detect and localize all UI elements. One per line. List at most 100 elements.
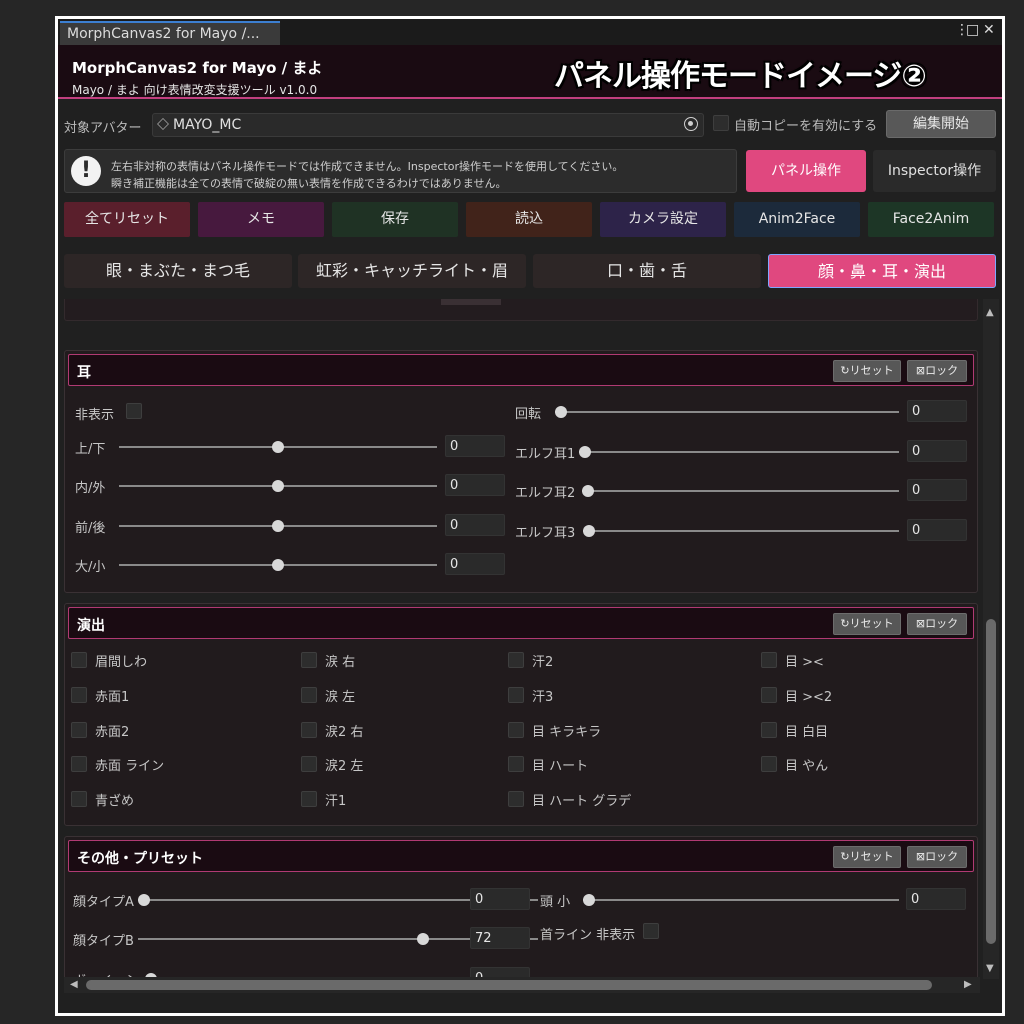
ear-slider-handle[interactable]: [272, 559, 284, 571]
ear-section-header: 耳 ↻リセット ⊠ロック: [68, 354, 974, 386]
edit-start-button[interactable]: 編集開始: [886, 110, 996, 138]
effect-checkbox[interactable]: [301, 687, 317, 703]
ear-slider-value-field[interactable]: 0: [907, 440, 967, 462]
effect-label: 眉間しわ: [95, 655, 148, 670]
ear-slider-label: エルフ耳1: [515, 447, 576, 462]
effect-checkbox[interactable]: [301, 652, 317, 668]
warning-line-1: 左右非対称の表情はパネル操作モードでは作成できません。Inspector操作モー…: [111, 160, 624, 173]
lock-button[interactable]: ⊠ロック: [907, 846, 967, 868]
horizontal-scroll-thumb[interactable]: [86, 980, 932, 990]
action-button[interactable]: Face2Anim: [868, 202, 994, 237]
preset-slider-label: 顔タイプB: [73, 934, 134, 949]
scroll-left-icon[interactable]: ◀: [70, 979, 78, 990]
effects-section-header: 演出 ↻リセット ⊠ロック: [68, 607, 974, 639]
effect-checkbox[interactable]: [71, 756, 87, 772]
reset-icon: ↻: [840, 364, 850, 377]
effect-checkbox[interactable]: [508, 722, 524, 738]
action-button[interactable]: メモ: [198, 202, 324, 237]
section-tab[interactable]: 口・歯・舌: [533, 254, 761, 288]
preset-slider-handle[interactable]: [417, 933, 430, 945]
lock-button[interactable]: ⊠ロック: [907, 360, 967, 382]
lock-button[interactable]: ⊠ロック: [907, 613, 967, 635]
preset-slider-handle[interactable]: [583, 894, 595, 906]
effect-checkbox[interactable]: [761, 687, 777, 703]
effect-checkbox[interactable]: [508, 791, 524, 807]
action-button[interactable]: 読込: [466, 202, 592, 237]
preset-slider-value-field[interactable]: 0: [906, 888, 966, 910]
action-button[interactable]: カメラ設定: [600, 202, 726, 237]
effects-section: 演出 ↻リセット ⊠ロック 眉間しわ 赤面1 赤面2 赤面 ライン 青ざめ 涙 右涙 左涙2…: [64, 603, 978, 826]
inspector-mode-button[interactable]: Inspector操作: [873, 150, 996, 192]
action-button[interactable]: 保存: [332, 202, 458, 237]
effect-checkbox[interactable]: [301, 722, 317, 738]
vertical-scrollbar[interactable]: ▲ ▼: [983, 299, 999, 979]
avatar-object-field[interactable]: MAYO_MC: [152, 113, 704, 137]
preset-slider-value-field[interactable]: 72: [470, 927, 530, 949]
ear-section-title: 耳: [77, 365, 91, 381]
ear-slider-handle[interactable]: [555, 406, 567, 418]
effect-checkbox[interactable]: [301, 791, 317, 807]
horizontal-scrollbar[interactable]: ◀ ▶: [64, 977, 980, 993]
action-button[interactable]: 全てリセット: [64, 202, 190, 237]
ear-slider-handle[interactable]: [582, 485, 594, 497]
maximize-icon[interactable]: □: [966, 22, 979, 38]
ear-slider-handle[interactable]: [579, 446, 591, 458]
lock-icon: ⊠: [915, 850, 926, 863]
scroll-right-icon[interactable]: ▶: [964, 979, 972, 990]
ear-slider-value-field[interactable]: 0: [445, 553, 505, 575]
auto-copy-checkbox[interactable]: [713, 115, 729, 131]
lock-icon: ⊠: [915, 617, 926, 630]
ear-slider-value-field[interactable]: 0: [445, 435, 505, 457]
section-tab[interactable]: 眼・まぶた・まつ毛: [64, 254, 292, 288]
ear-slider-value-field[interactable]: 0: [907, 400, 967, 422]
ear-slider-handle[interactable]: [272, 520, 284, 532]
ear-slider-handle[interactable]: [272, 480, 284, 492]
section-tab[interactable]: 虹彩・キャッチライト・眉: [298, 254, 526, 288]
object-picker-icon[interactable]: [684, 117, 698, 131]
ear-slider-value-field[interactable]: 0: [445, 474, 505, 496]
section-tab[interactable]: 顔・鼻・耳・演出: [768, 254, 996, 288]
ear-slider-value-field[interactable]: 0: [445, 514, 505, 536]
scroll-up-icon[interactable]: ▲: [986, 307, 994, 318]
ear-slider-value-field[interactable]: 0: [907, 519, 967, 541]
window-tab[interactable]: MorphCanvas2 for Mayo /...: [60, 21, 280, 45]
effect-checkbox[interactable]: [508, 687, 524, 703]
effect-checkbox[interactable]: [508, 756, 524, 772]
effect-label: 涙 右: [325, 655, 356, 670]
overlay-caption: パネル操作モードイメージ②: [554, 59, 927, 94]
ear-hide-checkbox[interactable]: [126, 403, 142, 419]
ear-slider-value-field[interactable]: 0: [907, 479, 967, 501]
vertical-scroll-thumb[interactable]: [986, 619, 996, 944]
effect-label: 汗3: [532, 690, 554, 705]
effect-checkbox[interactable]: [761, 756, 777, 772]
reset-label: リセット: [849, 617, 894, 630]
effect-checkbox[interactable]: [71, 791, 87, 807]
effect-checkbox[interactable]: [71, 722, 87, 738]
app-subtitle: Mayo / まよ 向け表情改変支援ツール v1.0.0: [72, 83, 318, 97]
effect-checkbox[interactable]: [71, 652, 87, 668]
preset-slider-handle[interactable]: [138, 894, 150, 906]
effect-checkbox[interactable]: [761, 652, 777, 668]
effect-checkbox[interactable]: [508, 652, 524, 668]
close-icon[interactable]: ✕: [983, 22, 995, 38]
previous-section-bottom: [64, 299, 978, 321]
reset-button[interactable]: ↻リセット: [833, 613, 901, 635]
effect-checkbox[interactable]: [71, 687, 87, 703]
other-section-header: その他・プリセット ↻リセット ⊠ロック: [68, 840, 974, 872]
ear-slider-handle[interactable]: [583, 525, 595, 537]
scroll-down-icon[interactable]: ▼: [986, 963, 994, 974]
effect-label: 目 キラキラ: [532, 725, 602, 740]
ear-slider-track: [583, 530, 899, 532]
action-button[interactable]: Anim2Face: [734, 202, 860, 237]
scroll-content: 耳 ↻リセット ⊠ロック 非表示 上/下 0 内/外 0 前/後 0 大/小 0 回転 0 エルフ耳1…: [64, 299, 980, 979]
effect-checkbox[interactable]: [761, 722, 777, 738]
neck-line-hide-checkbox[interactable]: [643, 923, 659, 939]
preset-slider-value-field[interactable]: 0: [470, 888, 530, 910]
panel-mode-button[interactable]: パネル操作: [746, 150, 866, 192]
app-header: MorphCanvas2 for Mayo / まよ Mayo / まよ 向け表…: [58, 45, 1002, 99]
reset-button[interactable]: ↻リセット: [833, 360, 901, 382]
ear-slider-handle[interactable]: [272, 441, 284, 453]
neck-line-hide-label: 首ライン 非表示: [540, 928, 636, 943]
effect-checkbox[interactable]: [301, 756, 317, 772]
reset-button[interactable]: ↻リセット: [833, 846, 901, 868]
